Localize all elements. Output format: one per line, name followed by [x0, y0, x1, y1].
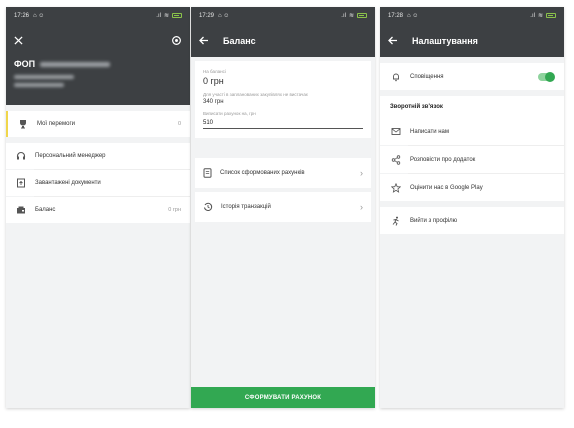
- history-icon: [203, 202, 213, 212]
- app-bar: [6, 24, 190, 57]
- menu-item-value: 0: [177, 121, 181, 127]
- menu-item-manager[interactable]: Персональний менеджер: [6, 143, 190, 169]
- create-invoice-button[interactable]: СФОРМУВАТИ РАХУНОК: [191, 387, 375, 408]
- share-icon: [390, 154, 402, 166]
- menu-item-label: Баланс: [35, 207, 56, 213]
- receipt-icon: [203, 168, 212, 178]
- blurred-detail: [14, 75, 74, 79]
- close-icon[interactable]: [14, 36, 23, 45]
- star-icon: [390, 182, 402, 194]
- screenshot-stage: 17:26 ⌂ ☺ .ıl ≋ ФОП Мої перемоги 0 Персо…: [0, 0, 574, 428]
- invoices-list-link[interactable]: Список сформованих рахунків ›: [195, 158, 371, 188]
- write-us-label: Написати нам: [410, 128, 450, 135]
- profile-title: ФОП: [14, 59, 36, 69]
- status-time: 17:26: [14, 12, 30, 19]
- chevron-right-icon: ›: [360, 202, 363, 212]
- headset-icon: [15, 150, 27, 162]
- status-time: 17:28: [388, 12, 404, 19]
- notifications-row[interactable]: Сповіщення: [380, 63, 564, 90]
- balance-card: На балансі 0 грн Для участі в запланован…: [195, 61, 371, 138]
- page-title: Налаштування: [412, 35, 478, 46]
- profile-screen: 17:26 ⌂ ☺ .ıl ≋ ФОП Мої перемоги 0 Персо…: [6, 7, 190, 408]
- participation-label: Для участі в запланованих закупівлях не …: [203, 92, 309, 97]
- share-app-label: Розповісти про додаток: [410, 156, 476, 163]
- status-icons: .ıl ≋: [530, 12, 556, 19]
- trophy-icon: [17, 118, 29, 130]
- notification-icons: ⌂ ☺: [33, 12, 45, 19]
- app-bar: Баланс: [191, 24, 375, 57]
- balance-label: На балансі: [203, 69, 226, 74]
- status-icons: .ıl ≋: [156, 12, 182, 19]
- menu-item-balance[interactable]: Баланс 0 грн: [6, 197, 190, 223]
- invoice-amount-label: Виписати рахунок на, грн: [203, 111, 256, 116]
- menu-item-wins[interactable]: Мої перемоги 0: [6, 111, 190, 137]
- status-time: 17:29: [199, 12, 215, 19]
- participation-value: 340 грн: [203, 99, 224, 105]
- chevron-right-icon: ›: [360, 168, 363, 178]
- rate-app-label: Оцінити нас в Google Play: [410, 184, 483, 191]
- back-arrow-icon[interactable]: [199, 36, 209, 45]
- invoice-amount-input[interactable]: 510: [203, 119, 363, 129]
- menu-item-label: Завантажені документи: [35, 180, 101, 186]
- menu-item-value: 0 грн: [168, 207, 181, 213]
- status-bar: 17:28 ⌂ ☺ .ıl ≋: [380, 7, 564, 24]
- wallet-icon: [15, 204, 27, 216]
- balance-value: 0 грн: [203, 76, 224, 86]
- notifications-label: Сповіщення: [410, 73, 444, 80]
- logout-running-icon: [390, 215, 402, 227]
- status-bar: 17:26 ⌂ ☺ .ıl ≋: [6, 7, 190, 24]
- mail-icon: [390, 126, 402, 138]
- document-upload-icon: [15, 177, 27, 189]
- feedback-section-title: Зворотній зв'язок: [380, 96, 564, 118]
- blurred-name: [40, 61, 111, 67]
- app-bar: Налаштування: [380, 24, 564, 57]
- profile-header: ФОП: [6, 57, 190, 105]
- transaction-history-link[interactable]: Історія транзакцій ›: [195, 192, 371, 222]
- settings-gear-icon[interactable]: [171, 35, 182, 46]
- blurred-detail: [14, 83, 64, 87]
- settings-screen: 17:28 ⌂ ☺ .ıl ≋ Налаштування Сповіщення З…: [380, 7, 564, 408]
- balance-screen: 17:29 ⌂ ☺ .ıl ≋ Баланс На балансі 0 грн Д…: [191, 7, 375, 408]
- invoices-list-label: Список сформованих рахунків: [220, 170, 305, 176]
- menu-item-label: Персональний менеджер: [35, 153, 106, 159]
- menu-item-label: Мої перемоги: [37, 121, 75, 127]
- share-app-row[interactable]: Розповісти про додаток: [380, 146, 564, 173]
- rate-app-row[interactable]: Оцінити нас в Google Play: [380, 174, 564, 201]
- transaction-history-label: Історія транзакцій: [221, 204, 271, 210]
- logout-row[interactable]: Вийти з профілю: [380, 207, 564, 234]
- notifications-toggle[interactable]: [538, 71, 555, 82]
- bell-icon: [390, 71, 402, 83]
- back-arrow-icon[interactable]: [388, 36, 398, 45]
- page-title: Баланс: [223, 35, 256, 46]
- write-us-row[interactable]: Написати нам: [380, 118, 564, 145]
- menu-item-documents[interactable]: Завантажені документи: [6, 170, 190, 196]
- notification-icons: ⌂ ☺: [218, 12, 230, 19]
- status-bar: 17:29 ⌂ ☺ .ıl ≋: [191, 7, 375, 24]
- logout-label: Вийти з профілю: [410, 217, 458, 224]
- notification-icons: ⌂ ☺: [407, 12, 419, 19]
- status-icons: .ıl ≋: [341, 12, 367, 19]
